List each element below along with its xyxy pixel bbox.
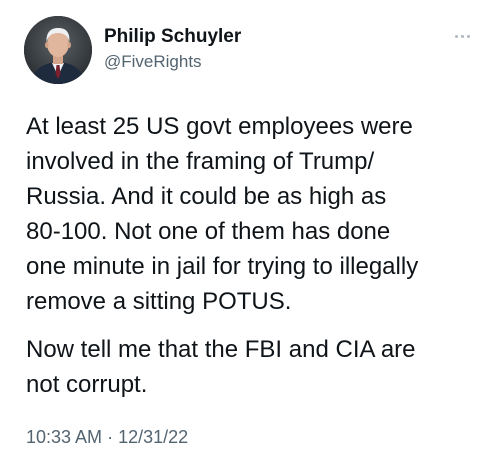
tweet-text-paragraph-1: At least 25 US govt employees were invol… — [26, 109, 486, 319]
tweet-text-line: At least 25 US govt employees were — [26, 113, 413, 140]
tweet-text-paragraph-2: Now tell me that the FBI and CIA are not… — [26, 332, 486, 402]
tweet-date[interactable]: 12/31/22 — [118, 427, 188, 447]
tweet-text-line: Russia. And it could be as high as — [26, 183, 387, 210]
more-horizontal-icon — [466, 34, 470, 38]
tweet-timestamp: 10:33 AM · 12/31/22 — [26, 427, 188, 448]
timestamp-separator: · — [107, 427, 114, 447]
avatar-photo — [24, 16, 92, 84]
tweet-time[interactable]: 10:33 AM — [26, 427, 102, 447]
tweet-text-line: involved in the framing of Trump/ — [26, 148, 375, 175]
more-horizontal-icon — [460, 34, 464, 38]
tweet-text-line: not corrupt. — [26, 371, 148, 398]
author-name[interactable]: Philip Schuyler — [104, 26, 241, 48]
tweet-text-line: remove a sitting POTUS. — [26, 288, 292, 315]
tweet-text-line: 80-100. Not one of them has done — [26, 218, 391, 245]
avatar[interactable] — [24, 16, 92, 84]
tweet-card: Philip Schuyler @FiveRights At least 25 … — [0, 0, 500, 466]
author-handle[interactable]: @FiveRights — [104, 52, 202, 72]
more-horizontal-icon — [454, 34, 458, 38]
more-options-button[interactable] — [448, 28, 476, 44]
tweet-text-line: one minute in jail for trying to illegal… — [26, 253, 419, 280]
tweet-text-line: Now tell me that the FBI and CIA are — [26, 336, 416, 363]
